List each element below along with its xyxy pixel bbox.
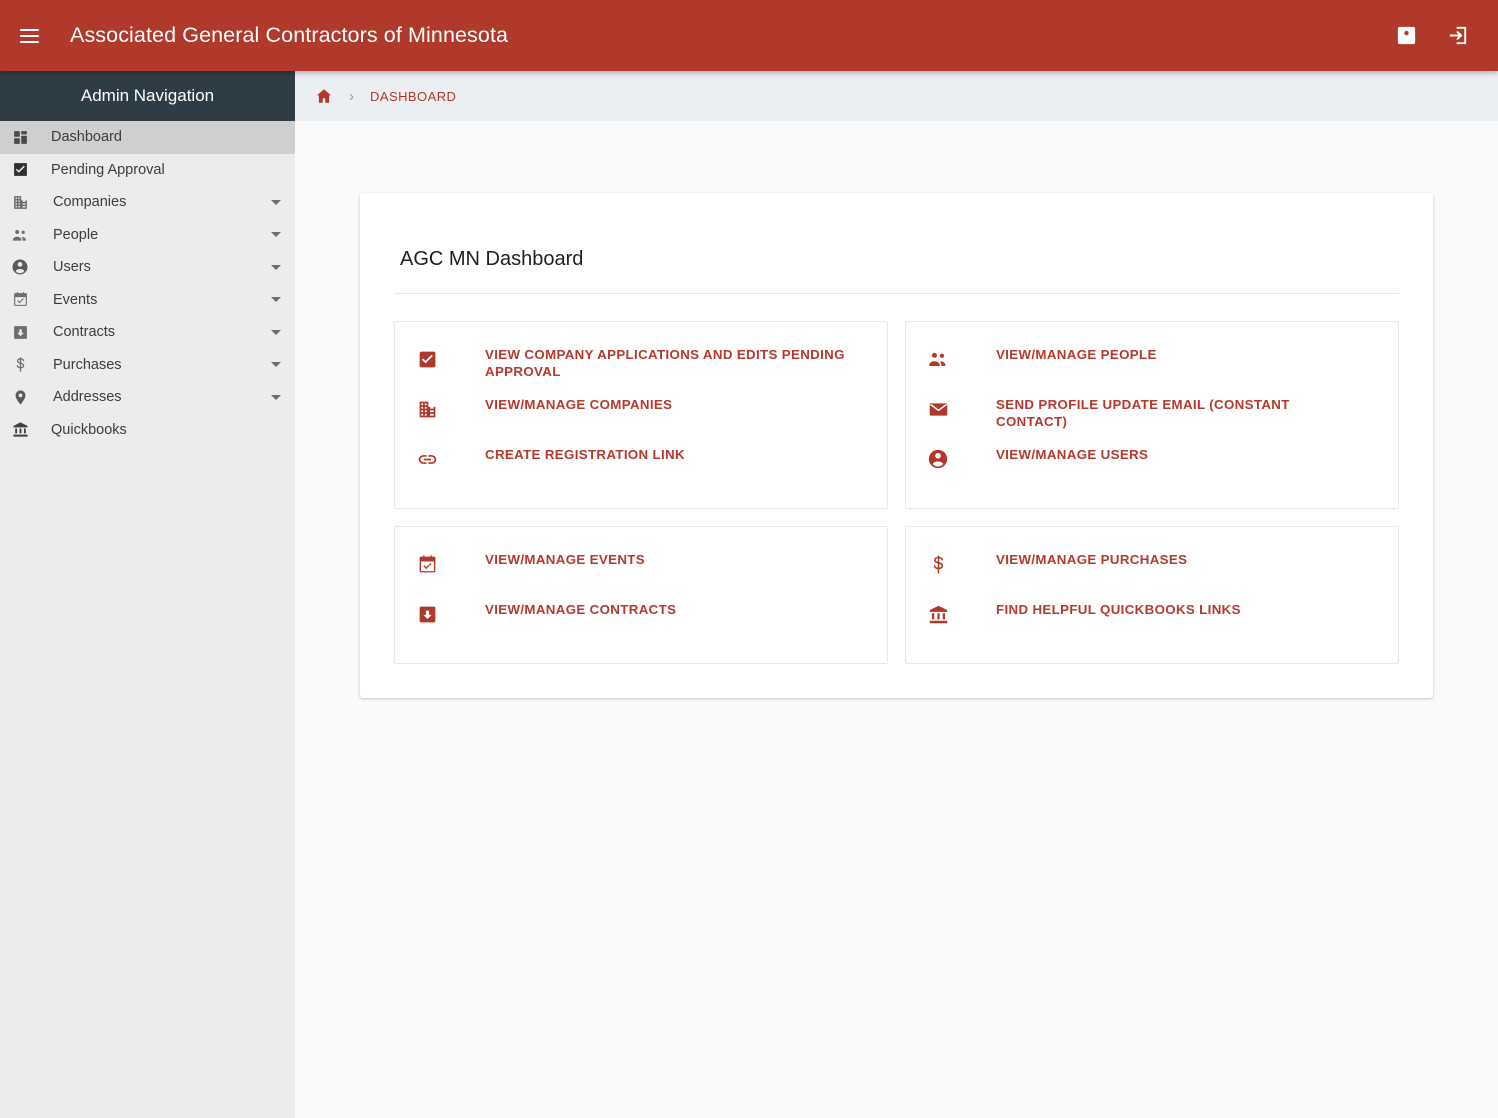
check-box-icon <box>415 347 439 371</box>
link-label: VIEW/MANAGE EVENTS <box>485 552 645 568</box>
email-icon <box>926 397 950 421</box>
link-view-manage-events[interactable]: VIEW/MANAGE EVENTS <box>415 545 867 595</box>
link-view-manage-contracts[interactable]: VIEW/MANAGE CONTRACTS <box>415 595 867 645</box>
main-content: AGC MN Dashboard VIEW COMPANY APPLICATIO… <box>295 121 1498 1118</box>
event-calendar-icon <box>9 289 31 311</box>
hamburger-line <box>19 40 39 43</box>
link-view-manage-users[interactable]: VIEW/MANAGE USERS <box>926 440 1378 490</box>
sidebar-nav-list: Dashboard Pending Approval Companies Peo… <box>0 121 295 446</box>
dashboard-card: AGC MN Dashboard VIEW COMPANY APPLICATIO… <box>360 193 1433 699</box>
sidebar-item-pending-approval[interactable]: Pending Approval <box>0 154 295 187</box>
link-send-profile-update-email[interactable]: SEND PROFILE UPDATE EMAIL (CONSTANT CONT… <box>926 390 1378 440</box>
app-title: Associated General Contractors of Minnes… <box>70 23 509 47</box>
check-box-icon <box>9 159 31 181</box>
header-actions <box>1393 23 1471 49</box>
building-icon <box>9 191 31 213</box>
sidebar-item-users[interactable]: Users <box>0 251 295 284</box>
link-view-manage-people[interactable]: VIEW/MANAGE PEOPLE <box>926 340 1378 390</box>
page-title: AGC MN Dashboard <box>394 206 1399 295</box>
dashboard-panel-grid: VIEW COMPANY APPLICATIONS AND EDITS PEND… <box>394 321 1399 665</box>
sidebar-item-label: People <box>53 226 99 243</box>
sidebar-item-label: Contracts <box>53 324 116 341</box>
location-pin-icon <box>9 386 31 408</box>
chevron-down-icon[interactable] <box>271 394 281 400</box>
account-circle-icon <box>9 256 31 278</box>
hamburger-line <box>19 34 39 37</box>
people-panel: VIEW/MANAGE PEOPLE SEND PROFILE UPDATE E… <box>905 321 1399 510</box>
chevron-down-icon[interactable] <box>271 232 281 238</box>
link-view-manage-purchases[interactable]: VIEW/MANAGE PURCHASES <box>926 545 1378 595</box>
link-label: FIND HELPFUL QUICKBOOKS LINKS <box>996 602 1241 618</box>
account-box-icon[interactable] <box>1393 23 1419 49</box>
sidebar-item-purchases[interactable]: Purchases <box>0 349 295 382</box>
link-icon <box>415 447 439 471</box>
sidebar-item-dashboard[interactable]: Dashboard <box>0 121 295 154</box>
sidebar-item-label: Addresses <box>53 389 122 406</box>
breadcrumb-separator-icon: › <box>349 87 354 105</box>
link-view-manage-companies[interactable]: VIEW/MANAGE COMPANIES <box>415 390 867 440</box>
chevron-down-icon[interactable] <box>271 199 281 205</box>
home-icon[interactable] <box>315 87 333 105</box>
logout-icon[interactable] <box>1445 23 1471 49</box>
dollar-sign-icon <box>9 354 31 376</box>
event-calendar-icon <box>415 552 439 576</box>
sidebar-title: Admin Navigation <box>0 71 295 121</box>
link-label: VIEW/MANAGE COMPANIES <box>485 397 673 413</box>
admin-sidebar: Admin Navigation Dashboard Pending Appro… <box>0 71 295 1118</box>
sidebar-item-contracts[interactable]: Contracts <box>0 316 295 349</box>
sidebar-item-label: Quickbooks <box>51 421 127 438</box>
sidebar-item-label: Users <box>53 259 91 276</box>
chevron-down-icon[interactable] <box>271 329 281 335</box>
sidebar-item-addresses[interactable]: Addresses <box>0 381 295 414</box>
hamburger-menu-icon[interactable] <box>12 19 46 53</box>
contract-box-icon <box>9 321 31 343</box>
app-header: Associated General Contractors of Minnes… <box>0 0 1498 71</box>
account-balance-icon <box>926 602 950 626</box>
sidebar-item-label: Companies <box>53 194 127 211</box>
purchases-panel: VIEW/MANAGE PURCHASES FIND HELPFUL QUICK… <box>905 526 1399 665</box>
sidebar-item-companies[interactable]: Companies <box>0 186 295 219</box>
link-label: SEND PROFILE UPDATE EMAIL (CONSTANT CONT… <box>996 397 1290 430</box>
sidebar-item-events[interactable]: Events <box>0 284 295 317</box>
chevron-down-icon[interactable] <box>271 264 281 270</box>
building-icon <box>415 397 439 421</box>
chevron-down-icon[interactable] <box>271 297 281 303</box>
sidebar-item-quickbooks[interactable]: Quickbooks <box>0 414 295 447</box>
sidebar-item-label: Events <box>53 291 98 308</box>
sidebar-item-label: Purchases <box>53 356 122 373</box>
link-create-registration-link[interactable]: CREATE REGISTRATION LINK <box>415 440 867 490</box>
sidebar-item-label: Pending Approval <box>51 161 165 178</box>
dollar-sign-icon <box>926 552 950 576</box>
events-panel: VIEW/MANAGE EVENTS VIEW/MANAGE CONTRACTS <box>394 526 888 665</box>
breadcrumb: › DASHBOARD <box>295 71 1498 121</box>
sidebar-item-label: Dashboard <box>51 129 122 146</box>
people-icon <box>926 347 950 371</box>
companies-panel: VIEW COMPANY APPLICATIONS AND EDITS PEND… <box>394 321 888 510</box>
link-label: VIEW COMPANY APPLICATIONS AND EDITS PEND… <box>485 347 845 380</box>
account-balance-icon <box>9 419 31 441</box>
hamburger-line <box>19 28 39 31</box>
sidebar-item-people[interactable]: People <box>0 219 295 252</box>
account-circle-icon <box>926 447 950 471</box>
chevron-down-icon[interactable] <box>271 362 281 368</box>
contract-box-icon <box>415 602 439 626</box>
link-label: VIEW/MANAGE PEOPLE <box>996 347 1157 363</box>
link-label: CREATE REGISTRATION LINK <box>485 447 685 463</box>
breadcrumb-current-page[interactable]: DASHBOARD <box>370 89 456 104</box>
link-label: VIEW/MANAGE PURCHASES <box>996 552 1188 568</box>
link-find-quickbooks-links[interactable]: FIND HELPFUL QUICKBOOKS LINKS <box>926 595 1378 645</box>
link-label: VIEW/MANAGE USERS <box>996 447 1149 463</box>
dashboard-icon <box>9 126 31 148</box>
link-label: VIEW/MANAGE CONTRACTS <box>485 602 677 618</box>
link-view-pending-approval[interactable]: VIEW COMPANY APPLICATIONS AND EDITS PEND… <box>415 340 867 390</box>
people-icon <box>9 224 31 246</box>
